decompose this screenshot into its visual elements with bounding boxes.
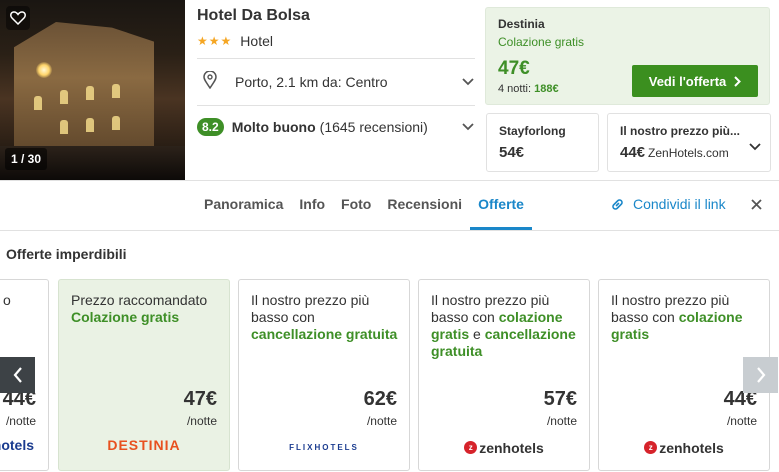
rating-word: Molto buono [231, 119, 316, 135]
logo-text: zenhotels [659, 439, 724, 456]
zenhotels-icon: z [464, 441, 478, 454]
window-light [34, 96, 42, 110]
hotel-type: Hotel [240, 33, 273, 49]
hotel-name[interactable]: Hotel Da Bolsa [197, 7, 310, 25]
carousel-next-button[interactable] [743, 357, 778, 393]
chevron-down-icon[interactable] [461, 75, 475, 89]
deal-perk: Colazione gratis [498, 35, 585, 49]
carousel-prev-button[interactable] [0, 357, 35, 393]
deal-text: o [3, 292, 11, 308]
deal-text: Prezzo raccomandato [71, 292, 208, 308]
window-light [86, 118, 94, 132]
chevron-left-icon [13, 367, 22, 383]
chevron-right-icon [734, 75, 742, 87]
deal-perk: Colazione gratis [71, 309, 180, 325]
view-deal-label: Vedi l'offerta [648, 73, 727, 89]
alt-site: ZenHotels.com [648, 146, 729, 160]
logo-text: hotels [0, 437, 34, 453]
deal-text: e [473, 326, 481, 342]
deal-card[interactable]: Prezzo raccomandato Colazione gratis 47€… [58, 279, 230, 471]
nights-label: 4 notti: [498, 83, 532, 95]
map-pin-icon [203, 69, 223, 94]
alt-provider: Il nostro prezzo più... [620, 124, 740, 138]
alt-provider: Stayforlong [499, 124, 566, 138]
heart-icon [10, 11, 26, 25]
alt-offer-zenhotels[interactable]: Il nostro prezzo più... 44€ ZenHotels.com [607, 113, 771, 172]
deal-card[interactable]: Il nostro prezzo più basso con cancellaz… [238, 279, 410, 471]
location-text: Porto, 2.1 km da: Centro [235, 74, 388, 90]
deal-price: 47€ [183, 388, 217, 410]
alt-price: 54€ [499, 144, 525, 161]
total-price: 188€ [534, 83, 559, 95]
deals-carousel: o 44€ /notte hotels Prezzo raccomandato … [0, 279, 779, 471]
star-icon: ★ [208, 34, 220, 48]
tab-reviews[interactable]: Recensioni [379, 181, 470, 230]
zenhotels-icon: z [644, 441, 658, 454]
hotel-photo[interactable]: 1 / 30 [0, 0, 185, 180]
alt-price-line: 44€ ZenHotels.com [620, 144, 729, 161]
logo-text: FLIXHOTELS [289, 443, 359, 452]
deal-unit: /notte [726, 414, 757, 428]
share-link[interactable]: Condividi il link [610, 196, 726, 212]
tab-overview[interactable]: Panoramica [196, 181, 291, 230]
window-light [60, 90, 68, 104]
destinia-logo: DESTINIA [59, 437, 229, 455]
deals-heading: Offerte imperdibili [6, 246, 127, 262]
provider-logo: hotels [0, 437, 48, 455]
building-image [14, 22, 154, 162]
score-badge: 8.2 [197, 118, 224, 136]
window-light [112, 116, 120, 130]
close-button[interactable] [748, 196, 764, 212]
chevron-right-icon [756, 367, 765, 383]
window-light [60, 120, 68, 134]
logo-text: DESTINIA [107, 437, 181, 453]
review-count: (1645 recensioni) [319, 119, 428, 135]
zenhotels-logo: z zenhotels [419, 437, 589, 456]
close-icon [750, 198, 762, 210]
deal-unit: /notte [546, 414, 577, 428]
chevron-down-icon[interactable] [748, 140, 762, 154]
window-light [112, 84, 120, 98]
star-icon: ★ [197, 34, 208, 48]
deal-price: 57€ [543, 388, 577, 410]
favorite-button[interactable] [6, 6, 30, 30]
chevron-down-icon[interactable] [461, 120, 475, 134]
divider [197, 105, 475, 106]
alt-price: 44€ [620, 144, 646, 161]
share-label: Condividi il link [633, 196, 726, 212]
street-lamp [36, 62, 52, 78]
deal-description: Il nostro prezzo più basso con colazione… [611, 292, 761, 343]
photo-counter: 1 / 30 [5, 148, 48, 170]
deal-provider: Destinia [498, 17, 545, 31]
tab-offers[interactable]: Offerte [470, 181, 532, 230]
zenhotels-logo: z zenhotels [599, 437, 769, 456]
window-light [86, 86, 94, 100]
alt-offer-stayforlong[interactable]: Stayforlong 54€ [486, 113, 599, 172]
tab-info[interactable]: Info [291, 181, 333, 230]
deal-description: Il nostro prezzo più basso con colazione… [431, 292, 581, 360]
star-rating: ★ ★ ★ Hotel [197, 33, 273, 49]
deal-price: 62€ [363, 388, 397, 410]
deal-description: Prezzo raccomandato Colazione gratis [71, 292, 221, 326]
deal-card[interactable]: Il nostro prezzo più basso con colazione… [418, 279, 590, 471]
best-deal-box[interactable]: Destinia Colazione gratis 47€ 4 notti: 1… [485, 7, 770, 105]
rating-row[interactable]: 8.2 Molto buono (1645 recensioni) [197, 107, 475, 147]
logo-text: zenhotels [479, 439, 544, 456]
link-icon [612, 198, 623, 210]
deal-perk: cancellazione gratuita [251, 326, 398, 342]
divider [0, 230, 779, 231]
deal-description: Il nostro prezzo più basso con cancellaz… [251, 292, 401, 343]
flixhotels-logo: FLIXHOTELS [239, 437, 409, 455]
deal-unit: /notte [5, 414, 36, 428]
deal-price: 47€ [498, 58, 530, 79]
view-deal-button[interactable]: Vedi l'offerta [632, 65, 758, 97]
star-icon: ★ [220, 34, 232, 48]
location-row[interactable]: Porto, 2.1 km da: Centro [197, 59, 475, 105]
deal-nights: 4 notti: 188€ [498, 83, 559, 95]
tab-bar: Panoramica Info Foto Recensioni Offerte [196, 181, 532, 230]
deal-unit: /notte [366, 414, 397, 428]
deal-text: Il nostro prezzo più basso con [251, 292, 370, 325]
deal-unit: /notte [186, 414, 217, 428]
tab-photos[interactable]: Foto [333, 181, 379, 230]
